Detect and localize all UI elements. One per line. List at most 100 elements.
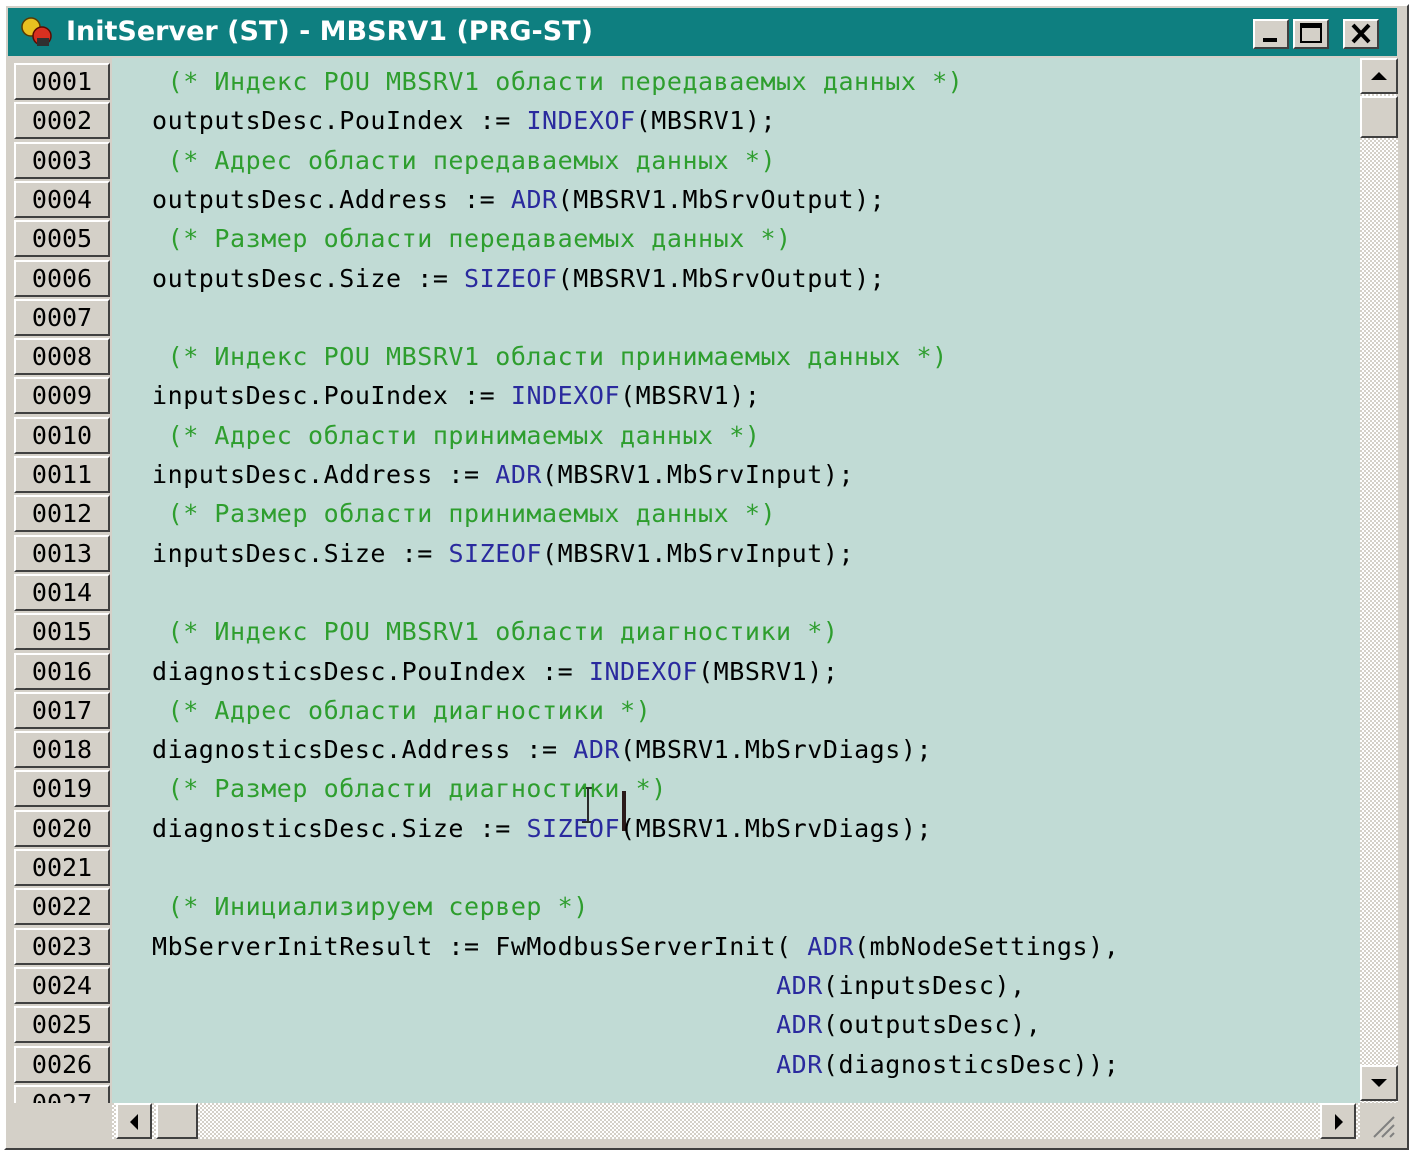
- code-comment: (* Индекс POU MBSRV1 области передаваемы…: [152, 67, 964, 96]
- code-text: inputsDesc.Address :=: [152, 460, 496, 489]
- code-text: (outputsDesc),: [822, 1010, 1042, 1040]
- code-keyword: ADR: [776, 1010, 823, 1040]
- code-text: (MBSRV1);: [698, 656, 839, 686]
- line-number: 0009: [14, 377, 110, 415]
- code-text: (MBSRV1);: [635, 106, 777, 136]
- code-line: outputsDesc.Size := SIZEOF(MBSRV1.MbSrvO…: [152, 259, 885, 298]
- code-text: (MBSRV1.MbSrvDiags);: [620, 735, 933, 765]
- line-number: 0023: [14, 927, 110, 965]
- code-line: (* Индекс POU MBSRV1 области диагностики…: [152, 612, 838, 651]
- scroll-right-button[interactable]: [1320, 1103, 1356, 1139]
- resize-grip-icon: [1373, 1116, 1395, 1138]
- scroll-down-button[interactable]: [1360, 1065, 1398, 1101]
- code-comment: (* Адрес области диагностики *): [152, 695, 652, 725]
- code-keyword: ADR: [776, 970, 823, 1000]
- code-text: inputsDesc.Size :=: [152, 538, 449, 568]
- scroll-up-button[interactable]: [1360, 58, 1398, 94]
- code-text: diagnosticsDesc.Address :=: [152, 735, 574, 765]
- code-line: (* Адрес области диагностики *): [152, 691, 651, 730]
- line-number: 0008: [14, 338, 110, 376]
- vertical-scroll-thumb[interactable]: [1360, 96, 1398, 138]
- code-comment: (* Индекс POU MBSRV1 области принимаемых…: [152, 342, 948, 372]
- maximize-icon: [1300, 23, 1322, 43]
- code-line: inputsDesc.Address := ADR(MBSRV1.MbSrvIn…: [152, 455, 854, 494]
- line-number: 0027: [14, 1084, 110, 1103]
- code-keyword: ADR: [495, 460, 543, 489]
- code-line: ADR(inputsDesc),: [152, 966, 1026, 1005]
- title-bar[interactable]: InitServer (ST) - MBSRV1 (PRG-ST): [8, 8, 1397, 56]
- line-number-gutter: 0001 0002 0003 0004 0005 0006 0007 0008 0009 0010…: [12, 58, 112, 1103]
- code-text: (mbNodeSettings),: [854, 931, 1120, 961]
- line-number: 0016: [14, 652, 110, 690]
- code-text: inputsDesc.PouIndex :=: [152, 381, 511, 411]
- code-line: diagnosticsDesc.Address := ADR(MBSRV1.Mb…: [152, 730, 932, 769]
- line-number: 0006: [14, 259, 110, 297]
- code-line: (* Адрес области передаваемых данных *): [152, 141, 776, 180]
- maximize-button[interactable]: [1293, 19, 1329, 49]
- line-number: 0005: [14, 220, 110, 258]
- code-line: (* Размер области диагностики *): [152, 769, 667, 808]
- line-number: 0018: [14, 731, 110, 769]
- code-line: diagnosticsDesc.Size := SIZEOF(MBSRV1.Mb…: [152, 809, 932, 848]
- code-keyword: ADR: [510, 184, 558, 214]
- code-text: (MBSRV1.MbSrvOutput);: [557, 263, 886, 293]
- minimize-button[interactable]: [1253, 19, 1289, 49]
- vertical-scrollbar[interactable]: [1360, 58, 1398, 1103]
- code-keyword: ADR: [807, 931, 855, 961]
- code-line: MbServerInitResult := FwModbusServerInit…: [152, 927, 1119, 966]
- code-line: (* Адрес области принимаемых данных *): [152, 416, 760, 455]
- scroll-down-icon: [1371, 1079, 1387, 1087]
- code-line: inputsDesc.PouIndex := INDEXOF(MBSRV1);: [152, 376, 760, 415]
- code-line: ADR(diagnosticsDesc));: [152, 1045, 1119, 1084]
- gutter-footer: [12, 1103, 112, 1139]
- code-comment: (* Адрес области принимаемых данных *): [152, 420, 761, 450]
- code-line: (* Индекс POU MBSRV1 области передаваемы…: [152, 62, 963, 101]
- code-comment: (* Размер области диагностики *): [152, 774, 667, 804]
- code-text: (MBSRV1);: [620, 381, 761, 411]
- line-number: 0001: [14, 63, 110, 100]
- line-number: 0021: [14, 849, 110, 886]
- code-text: MbServerInitResult := FwModbusServerInit…: [152, 931, 808, 961]
- code-editor[interactable]: (* Индекс POU MBSRV1 области передаваемы…: [112, 58, 1360, 1103]
- code-text: (MBSRV1.MbSrvDiags);: [620, 813, 933, 843]
- scroll-up-icon: [1371, 72, 1387, 80]
- line-number: 0010: [14, 416, 110, 454]
- line-number: 0026: [14, 1045, 110, 1083]
- code-line: (* Индекс POU MBSRV1 области принимаемых…: [152, 337, 948, 376]
- line-number: 0022: [14, 888, 110, 926]
- line-number: 0002: [14, 102, 110, 140]
- window-title: InitServer (ST) - MBSRV1 (PRG-ST): [66, 16, 593, 47]
- horizontal-scrollbar[interactable]: [112, 1103, 1360, 1139]
- code-text: (inputsDesc),: [822, 970, 1026, 1000]
- scroll-left-icon: [130, 1114, 138, 1130]
- code-comment: (* Размер области передаваемых данных *): [152, 224, 792, 254]
- code-text: outputsDesc.Address :=: [152, 184, 511, 214]
- code-line: inputsDesc.Size := SIZEOF(MBSRV1.MbSrvIn…: [152, 534, 854, 573]
- code-text: (MBSRV1.MbSrvOutput);: [557, 184, 886, 214]
- code-keyword: SIZEOF: [464, 263, 558, 293]
- code-comment: (* Инициализируем сервер *): [152, 892, 589, 922]
- horizontal-scroll-thumb[interactable]: [156, 1103, 198, 1139]
- code-line: (* Размер области принимаемых данных *): [152, 494, 776, 533]
- code-line: outputsDesc.Address := ADR(MBSRV1.MbSrvO…: [152, 180, 885, 219]
- code-keyword: SIZEOF: [448, 538, 543, 568]
- code-line: diagnosticsDesc.PouIndex := INDEXOF(MBSR…: [152, 652, 838, 691]
- close-icon: [1351, 23, 1371, 44]
- code-text: (MBSRV1.MbSrvInput);: [542, 460, 855, 489]
- scroll-right-icon: [1335, 1114, 1343, 1130]
- close-button[interactable]: [1343, 19, 1379, 49]
- line-number: 0017: [14, 691, 110, 729]
- line-number: 0003: [14, 141, 110, 179]
- scroll-left-button[interactable]: [116, 1103, 152, 1139]
- line-number: 0004: [14, 180, 110, 218]
- code-text: outputsDesc.PouIndex :=: [152, 106, 527, 136]
- resize-grip[interactable]: [1360, 1103, 1398, 1139]
- code-line: (* Размер области передаваемых данных *): [152, 219, 792, 258]
- minimize-icon: [1263, 38, 1277, 42]
- code-text: (MBSRV1.MbSrvInput);: [542, 538, 855, 568]
- code-keyword: INDEXOF: [510, 381, 621, 411]
- code-comment: (* Размер области принимаемых данных *): [152, 499, 777, 529]
- code-comment: (* Адрес области передаваемых данных *): [152, 145, 777, 175]
